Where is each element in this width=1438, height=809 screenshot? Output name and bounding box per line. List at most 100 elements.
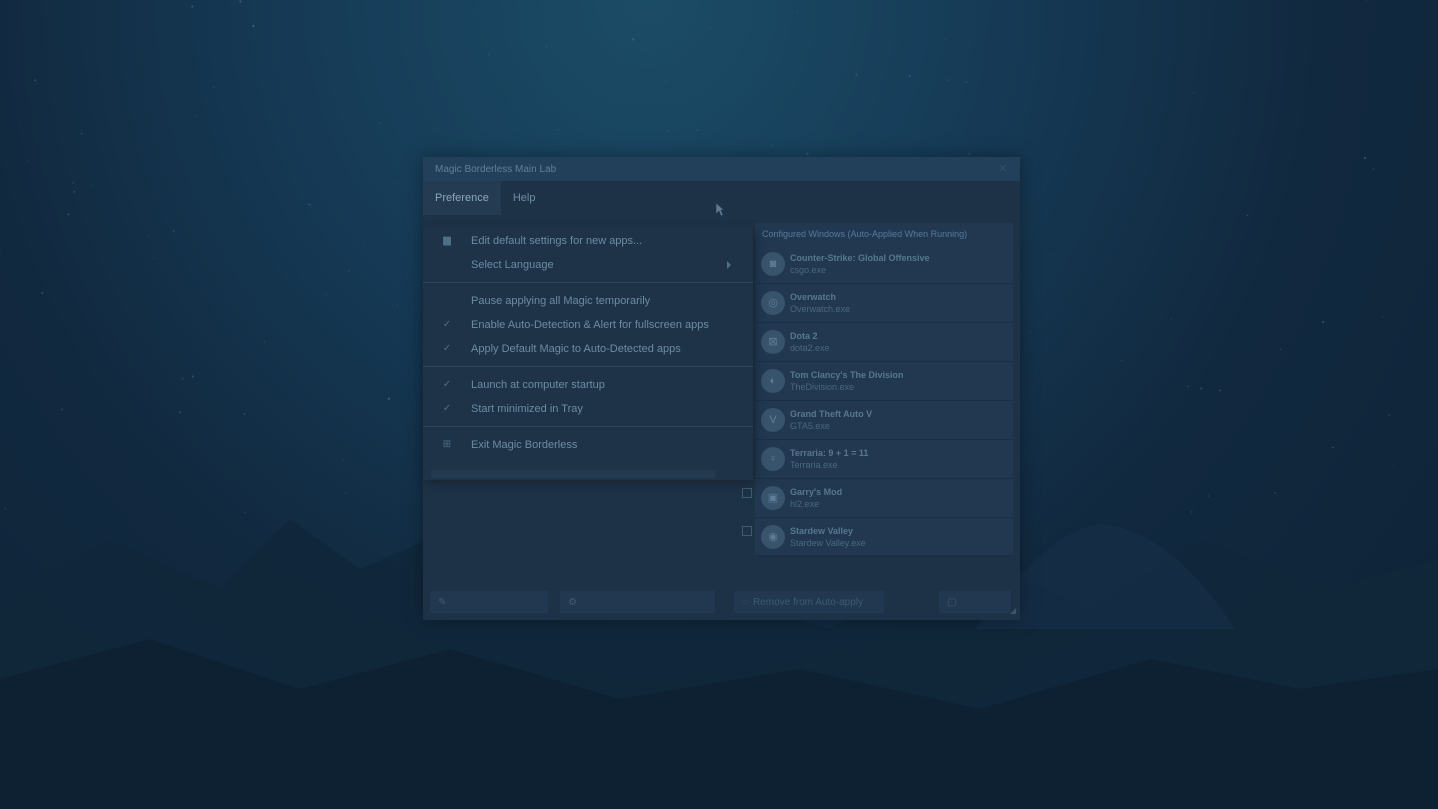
star-dot <box>1030 331 1032 334</box>
app-exe: Stardew Valley.exe <box>790 538 866 548</box>
star-dot <box>1379 267 1381 268</box>
star-dot <box>91 184 93 186</box>
check-icon: ✓ <box>442 379 452 390</box>
star-dot <box>1372 168 1375 170</box>
app-row-csgo[interactable]: ◙ Counter-Strike: Global Offensive csgo.… <box>755 245 1013 284</box>
app-row-division[interactable]: ◐ Tom Clancy's The Division TheDivision.… <box>755 362 1013 401</box>
menu-scrollbar[interactable] <box>431 470 715 478</box>
row-checkbox-stardew[interactable] <box>742 526 752 536</box>
star-dot <box>60 408 64 411</box>
app-row-overwatch[interactable]: ◎ Overwatch Overwatch.exe <box>755 284 1013 323</box>
app-row-terraria[interactable]: ♀ Terraria: 9 + 1 = 11 Terraria.exe <box>755 440 1013 479</box>
star-dot <box>1187 385 1189 388</box>
menu-item-label: Launch at computer startup <box>471 379 605 391</box>
star-dot <box>1322 320 1325 324</box>
star-dot <box>1276 178 1279 180</box>
menu-item-exit[interactable]: ⊞ Exit Magic Borderless <box>423 433 753 457</box>
star-dot <box>796 11 799 14</box>
star-dot <box>487 53 490 56</box>
menu-item-launch-startup[interactable]: ✓ Launch at computer startup <box>423 373 753 397</box>
settings-icon: ⚙ <box>568 596 577 608</box>
save-button[interactable]: ▢ <box>939 591 1011 613</box>
menu-item-pause-magic[interactable]: Pause applying all Magic temporarily <box>423 289 753 313</box>
star-dot <box>110 457 112 459</box>
app-name: Stardew Valley <box>790 526 854 536</box>
app-exe: hl2.exe <box>790 499 820 509</box>
star-dot <box>667 129 670 132</box>
stardew-icon: ◉ <box>761 525 785 549</box>
star-dot <box>890 51 892 53</box>
app-row-gta5[interactable]: V Grand Theft Auto V GTA5.exe <box>755 401 1013 440</box>
star-dot <box>965 81 968 83</box>
app-row-stardew[interactable]: ◉ Stardew Valley Stardew Valley.exe <box>755 518 1013 557</box>
menu-item-start-minimized[interactable]: ✓ Start minimized in Tray <box>423 397 753 421</box>
star-dot <box>517 129 519 131</box>
app-exe: dota2.exe <box>790 343 830 353</box>
menu-item-label: Start minimized in Tray <box>471 403 583 415</box>
preference-dropdown-menu: ▆ Edit default settings for new apps... … <box>423 227 753 480</box>
star-dot <box>243 412 246 415</box>
menu-item-label: Pause applying all Magic temporarily <box>471 295 651 307</box>
star-dot <box>147 234 150 237</box>
remove-icon: ◌ <box>742 596 748 608</box>
menu-tab-preference[interactable]: Preference <box>423 181 501 215</box>
star-dot <box>968 152 971 155</box>
row-checkbox-garrysmod[interactable] <box>742 488 752 498</box>
app-name: Counter-Strike: Global Offensive <box>790 253 930 263</box>
star-dot <box>1012 7 1014 9</box>
star-dot <box>18 127 20 129</box>
star-dot <box>172 229 175 233</box>
star-dot <box>252 24 255 28</box>
window-titlebar[interactable]: Magic Borderless Main Lab ✕ <box>423 157 1020 181</box>
star-dot <box>896 44 899 46</box>
star-dot <box>1331 446 1334 449</box>
app-name: Terraria: 9 + 1 = 11 <box>790 448 869 458</box>
app-exe: Terraria.exe <box>790 460 838 470</box>
division-icon: ◐ <box>761 369 785 393</box>
star-dot <box>664 80 667 83</box>
app-name: Garry's Mod <box>790 487 843 497</box>
close-icon[interactable]: ✕ <box>996 162 1010 176</box>
app-row-dota2[interactable]: ⊠ Dota 2 dota2.exe <box>755 323 1013 362</box>
star-dot <box>178 411 182 414</box>
menu-item-auto-detection[interactable]: ✓ Enable Auto-Detection & Alert for full… <box>423 313 753 337</box>
star-dot <box>1041 165 1043 167</box>
star-dot <box>1280 348 1282 351</box>
star-dot <box>345 492 347 494</box>
edit-button[interactable]: ✎ <box>430 591 548 613</box>
menu-item-select-language[interactable]: Select Language <box>423 253 753 277</box>
settings-button[interactable]: ⚙ <box>560 591 715 613</box>
star-dot <box>212 86 215 88</box>
star-dot <box>946 79 949 82</box>
edit-icon: ✎ <box>438 596 447 608</box>
star-dot <box>908 74 911 78</box>
star-dot <box>364 246 366 247</box>
star-dot <box>1190 510 1193 513</box>
star-dot <box>855 73 858 76</box>
star-dot <box>191 5 194 8</box>
star-dot <box>153 257 155 259</box>
star-dot <box>940 3 942 5</box>
star-dot <box>342 458 345 461</box>
menu-tab-help[interactable]: Help <box>501 181 548 215</box>
star-dot <box>26 160 29 163</box>
menu-item-label: Exit Magic Borderless <box>471 439 578 451</box>
star-dot <box>1170 318 1173 321</box>
resize-grip-icon[interactable]: ◢ <box>1010 607 1018 615</box>
star-dot <box>545 46 548 48</box>
star-dot <box>1391 463 1393 466</box>
star-dot <box>67 213 70 216</box>
star-dot <box>1365 0 1367 2</box>
remove-auto-apply-button[interactable]: ◌ Remove from Auto-apply <box>734 591 884 613</box>
star-dot <box>1136 70 1138 72</box>
app-row-garrysmod[interactable]: ▣ Garry's Mod hl2.exe <box>755 479 1013 518</box>
menu-item-apply-default-magic[interactable]: ✓ Apply Default Magic to Auto-Detected a… <box>423 337 753 361</box>
star-dot <box>474 13 476 15</box>
menu-item-label: Select Language <box>471 259 554 271</box>
star-dot <box>308 203 311 206</box>
star-dot <box>1153 213 1155 215</box>
star-dot <box>100 83 102 85</box>
star-dot <box>80 132 83 135</box>
menu-item-edit-defaults[interactable]: ▆ Edit default settings for new apps... <box>423 229 753 253</box>
check-icon: ✓ <box>442 343 452 354</box>
